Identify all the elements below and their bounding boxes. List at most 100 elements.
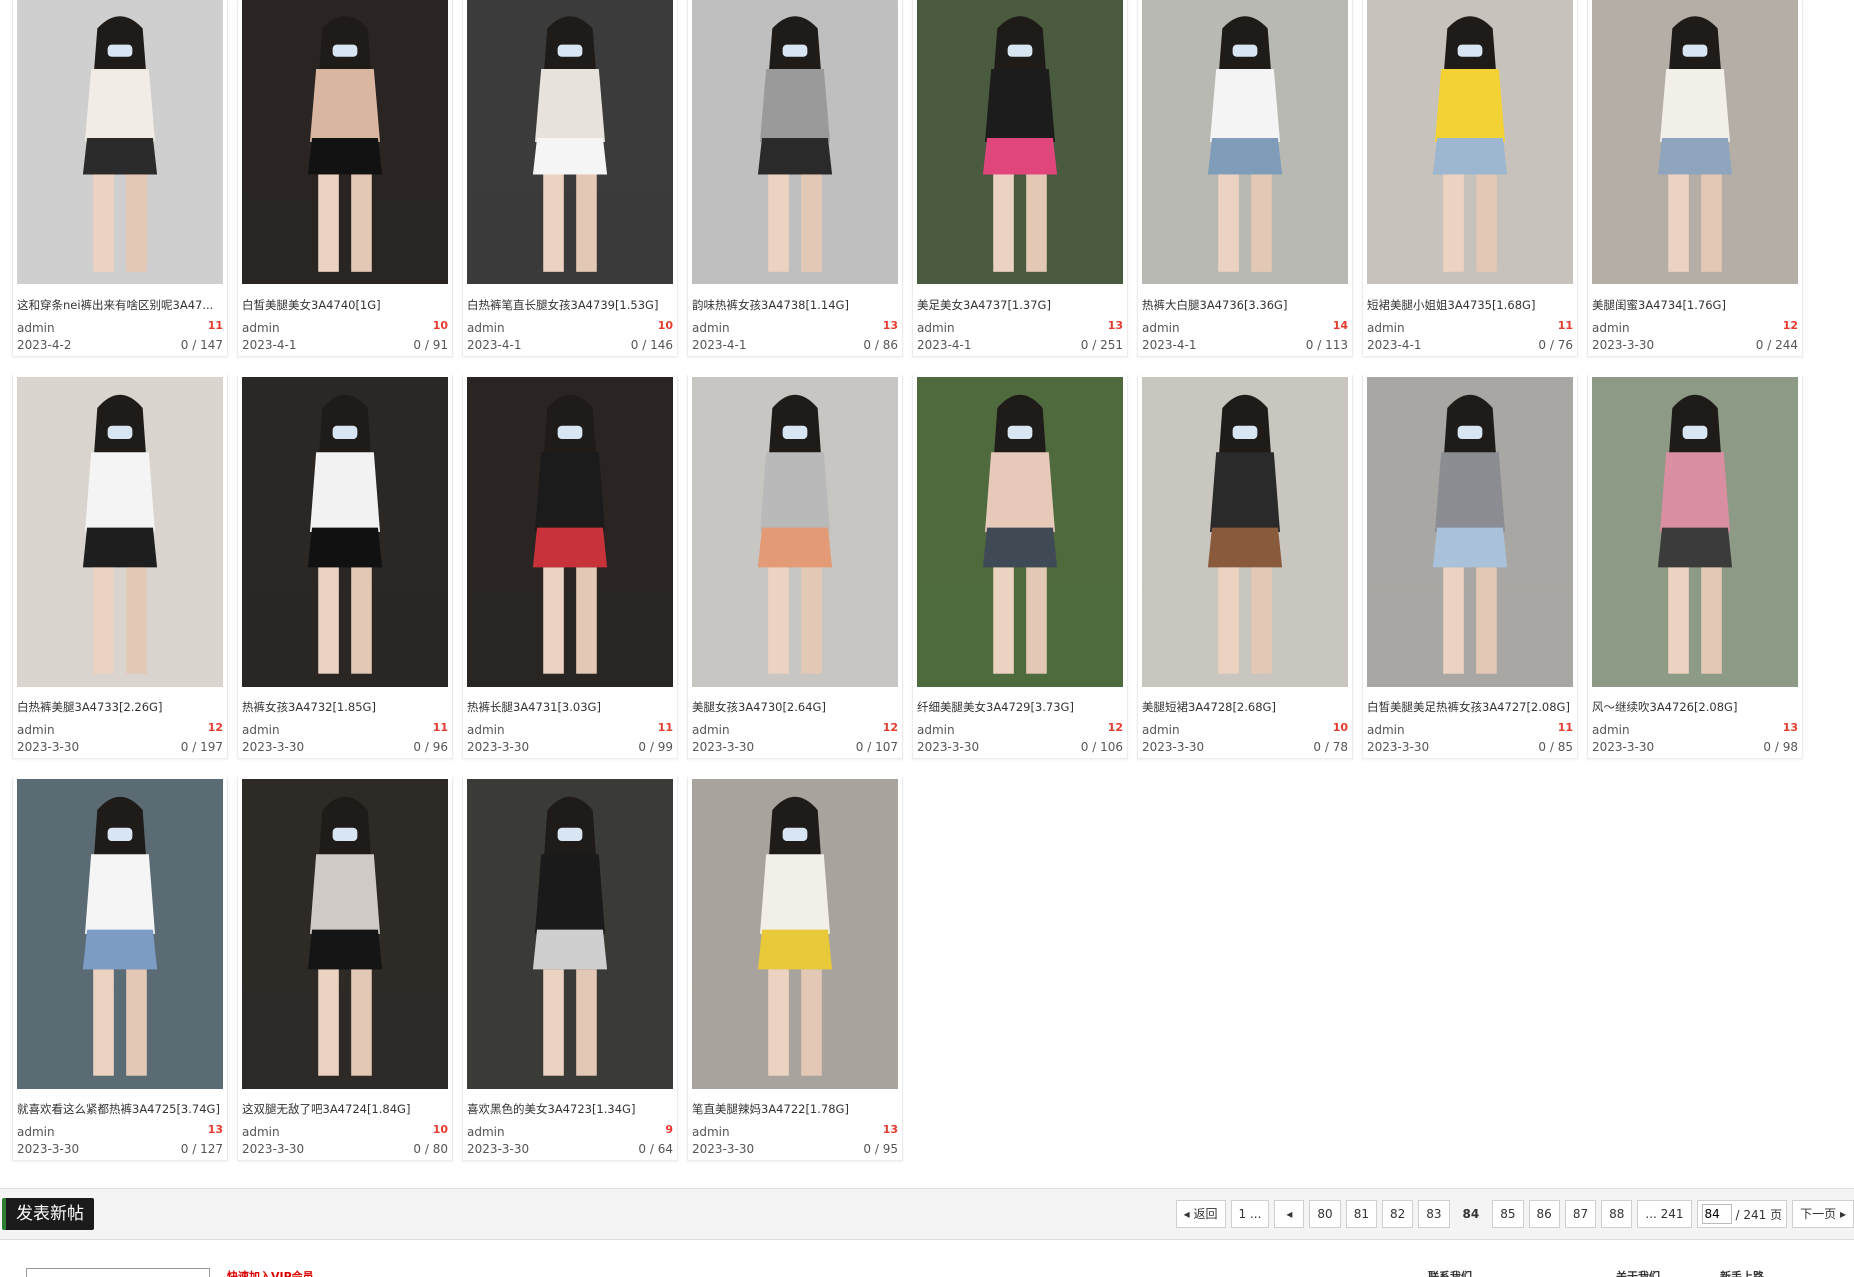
thread-author[interactable]: admin (1592, 723, 1630, 737)
thread-title[interactable]: 热裤长腿3A4731[3.03G] (467, 699, 673, 715)
new-post-button[interactable]: 发表新帖 (2, 1198, 94, 1230)
thread-card[interactable]: 喜欢黑色的美女3A4723[1.34G] admin 9 2023-3-30 0 / 6… (462, 777, 678, 1161)
thread-title[interactable]: 白热裤笔直长腿女孩3A4739[1.53G] (467, 297, 673, 313)
thread-card[interactable]: 热裤大白腿3A4736[3.36G] admin 14 2023-4-1 0 / 113 (1137, 0, 1353, 357)
thread-author[interactable]: admin (1592, 321, 1630, 335)
thread-thumbnail[interactable] (917, 0, 1123, 284)
pager-current-page[interactable]: 84 (1454, 1200, 1488, 1228)
page-jump-input[interactable] (1701, 1204, 1732, 1224)
thread-author[interactable]: admin (917, 321, 955, 335)
pager-first-page[interactable]: 1 ... (1230, 1200, 1270, 1228)
thread-card[interactable]: 美腿闺蜜3A4734[1.76G] admin 12 2023-3-30 0 / 244 (1587, 0, 1803, 357)
thread-card[interactable]: 笔直美腿辣妈3A4722[1.78G] admin 13 2023-3-30 0 / 9… (687, 777, 903, 1161)
thread-title[interactable]: 韵味热裤女孩3A4738[1.14G] (692, 297, 898, 313)
thread-author[interactable]: admin (242, 1125, 280, 1139)
thread-card[interactable]: 这双腿无敌了吧3A4724[1.84G] admin 10 2023-3-30 0 / … (237, 777, 453, 1161)
thread-thumbnail[interactable] (467, 377, 673, 687)
pager-page-link[interactable]: 87 (1564, 1200, 1597, 1228)
thread-card[interactable]: 热裤女孩3A4732[1.85G] admin 11 2023-3-30 0 / 96 (237, 375, 453, 759)
thread-author[interactable]: admin (467, 321, 505, 335)
thread-card[interactable]: 短裙美腿小姐姐3A4735[1.68G] admin 11 2023-4-1 0 / 7… (1362, 0, 1578, 357)
thread-card[interactable]: 纤细美腿美女3A4729[3.73G] admin 12 2023-3-30 0 / 1… (912, 375, 1128, 759)
footer-link-contact[interactable]: 联系我们 (1428, 1268, 1472, 1277)
thread-thumbnail[interactable] (467, 0, 673, 284)
thread-thumbnail[interactable] (467, 779, 673, 1089)
pager-page-link[interactable]: 86 (1528, 1200, 1560, 1228)
thread-author[interactable]: admin (17, 1125, 55, 1139)
footer-link-newbie[interactable]: 新手上路 (1720, 1268, 1764, 1277)
thread-author[interactable]: admin (1142, 723, 1180, 737)
thread-title[interactable]: 热裤大白腿3A4736[3.36G] (1142, 297, 1348, 313)
thread-author[interactable]: admin (1367, 723, 1405, 737)
thread-title[interactable]: 这双腿无敌了吧3A4724[1.84G] (242, 1101, 448, 1117)
thread-card[interactable]: 就喜欢看这么紧都热裤3A4725[3.74G] admin 13 2023-3-30 0… (12, 777, 228, 1161)
thread-author[interactable]: admin (917, 723, 955, 737)
thread-card[interactable]: 美足美女3A4737[1.37G] admin 13 2023-4-1 0 / 251 (912, 0, 1128, 357)
thread-thumbnail[interactable] (17, 377, 223, 687)
thread-author[interactable]: admin (17, 723, 55, 737)
thread-thumbnail[interactable] (692, 0, 898, 284)
thread-author[interactable]: admin (467, 1125, 505, 1139)
thread-author[interactable]: admin (242, 321, 280, 335)
thread-card[interactable]: 美腿女孩3A4730[2.64G] admin 12 2023-3-30 0 / 107 (687, 375, 903, 759)
thread-card[interactable]: 白热裤美腿3A4733[2.26G] admin 12 2023-3-30 0 / 19… (12, 375, 228, 759)
thread-thumbnail[interactable] (242, 779, 448, 1089)
thread-title[interactable]: 美腿闺蜜3A4734[1.76G] (1592, 297, 1798, 313)
thread-card[interactable]: 风～继续吹3A4726[2.08G] admin 13 2023-3-30 0 / 98 (1587, 375, 1803, 759)
thread-author[interactable]: admin (692, 723, 730, 737)
thread-title[interactable]: 喜欢黑色的美女3A4723[1.34G] (467, 1101, 673, 1117)
thread-title[interactable]: 笔直美腿辣妈3A4722[1.78G] (692, 1101, 898, 1117)
thread-author[interactable]: admin (1367, 321, 1405, 335)
thread-thumbnail[interactable] (242, 377, 448, 687)
thread-title[interactable]: 纤细美腿美女3A4729[3.73G] (917, 699, 1123, 715)
pager-back-button[interactable]: ◂ 返回 (1175, 1200, 1226, 1228)
thread-card[interactable]: 韵味热裤女孩3A4738[1.14G] admin 13 2023-4-1 0 / 86 (687, 0, 903, 357)
thread-thumbnail[interactable] (917, 377, 1123, 687)
thread-title[interactable]: 美腿短裙3A4728[2.68G] (1142, 699, 1348, 715)
pager-next-button[interactable]: 下一页 ▸ (1792, 1200, 1854, 1228)
pager-prev-button[interactable]: ◂ (1274, 1200, 1305, 1228)
thread-title[interactable]: 热裤女孩3A4732[1.85G] (242, 699, 448, 715)
thread-author[interactable]: admin (1142, 321, 1180, 335)
thread-thumbnail[interactable] (1367, 377, 1573, 687)
thread-thumbnail[interactable] (692, 779, 898, 1089)
thread-title[interactable]: 风～继续吹3A4726[2.08G] (1592, 699, 1798, 715)
thread-card[interactable]: 白热裤笔直长腿女孩3A4739[1.53G] admin 10 2023-4-1 0 /… (462, 0, 678, 357)
pager-page-link[interactable]: 88 (1601, 1200, 1633, 1228)
footer-vip-link[interactable]: 快速加入VIP会员 (227, 1268, 314, 1277)
thread-thumbnail[interactable] (1142, 377, 1348, 687)
thread-title[interactable]: 白皙美腿美足热裤女孩3A4727[2.08G] (1367, 699, 1573, 715)
thread-card[interactable]: 白皙美腿美足热裤女孩3A4727[2.08G] admin 11 2023-3-30 0… (1362, 375, 1578, 759)
thread-thumbnail[interactable] (17, 0, 223, 284)
thread-author[interactable]: admin (467, 723, 505, 737)
thread-author[interactable]: admin (17, 321, 55, 335)
thread-title[interactable]: 白皙美腿美女3A4740[1G] (242, 297, 448, 313)
thread-thumbnail[interactable] (1592, 0, 1798, 284)
thread-title[interactable]: 美足美女3A4737[1.37G] (917, 297, 1123, 313)
thread-author[interactable]: admin (242, 723, 280, 737)
pager-page-link[interactable]: 81 (1345, 1200, 1377, 1228)
thread-card[interactable]: 美腿短裙3A4728[2.68G] admin 10 2023-3-30 0 / 78 (1137, 375, 1353, 759)
thread-thumbnail[interactable] (1367, 0, 1573, 284)
thread-card[interactable]: 白皙美腿美女3A4740[1G] admin 10 2023-4-1 0 / 91 (237, 0, 453, 357)
footer-link-about[interactable]: 关于我们 (1616, 1268, 1660, 1277)
pager-last-page[interactable]: ... 241 (1637, 1200, 1692, 1228)
thread-author[interactable]: admin (692, 1125, 730, 1139)
thread-card[interactable]: 热裤长腿3A4731[3.03G] admin 11 2023-3-30 0 / 99 (462, 375, 678, 759)
pager-page-link[interactable]: 83 (1418, 1200, 1450, 1228)
thread-title[interactable]: 白热裤美腿3A4733[2.26G] (17, 699, 223, 715)
thread-thumbnail[interactable] (692, 377, 898, 687)
thread-title[interactable]: 美腿女孩3A4730[2.64G] (692, 699, 898, 715)
thread-title[interactable]: 短裙美腿小姐姐3A4735[1.68G] (1367, 297, 1573, 313)
thread-thumbnail[interactable] (1142, 0, 1348, 284)
pager-page-link[interactable]: 85 (1492, 1200, 1524, 1228)
pager-page-link[interactable]: 82 (1381, 1200, 1414, 1228)
pager-page-link[interactable]: 80 (1309, 1200, 1341, 1228)
thread-thumbnail[interactable] (17, 779, 223, 1089)
thread-card[interactable]: 这和穿条nei裤出来有啥区别呢3A47... admin 11 2023-4-2 0 /… (12, 0, 228, 357)
thread-thumbnail[interactable] (1592, 377, 1798, 687)
thread-title[interactable]: 就喜欢看这么紧都热裤3A4725[3.74G] (17, 1101, 223, 1117)
thread-thumbnail[interactable] (242, 0, 448, 284)
thread-title[interactable]: 这和穿条nei裤出来有啥区别呢3A47... (17, 297, 223, 313)
thread-author[interactable]: admin (692, 321, 730, 335)
